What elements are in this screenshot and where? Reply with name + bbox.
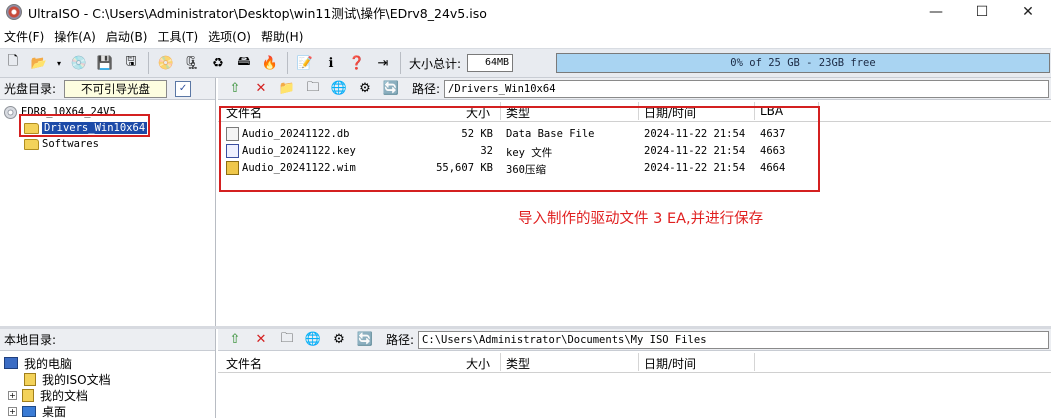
compress-image-icon[interactable]: 🗜 xyxy=(182,53,202,73)
make-cd-image-icon[interactable]: 📀 xyxy=(156,53,176,73)
local-tree-pane: 本地目录: 我的电脑 我的ISO文档 + 我的文档 + 桌面 xyxy=(0,329,216,418)
up-arrow-icon[interactable]: ⇧ xyxy=(225,79,245,99)
local-directory-label: 本地目录: xyxy=(4,333,57,347)
boot-toggle-icon[interactable]: ✓ xyxy=(175,80,192,97)
capacity-text: 0% of 25 GB - 23GB free xyxy=(730,57,876,69)
window-title: UltraISO - C:\Users\Administrator\Deskto… xyxy=(28,5,487,21)
column-header-size[interactable]: 大小 xyxy=(466,355,490,372)
menu-tools[interactable]: 工具(T) xyxy=(153,28,202,45)
local-file-pane: ⇧ ✕ 🗀 🌐 ⚙ 🔄 路径: C:\Users\Administrator\D… xyxy=(218,329,1051,418)
tree-item-my-documents[interactable]: + 我的文档 xyxy=(0,387,215,403)
iso-directory-label: 光盘目录: xyxy=(4,82,57,96)
column-header-date[interactable]: 日期/时间 xyxy=(644,355,696,372)
delete-icon[interactable]: ✕ xyxy=(251,79,271,99)
path-label: 路径: xyxy=(412,82,441,96)
iso-tree-header: 光盘目录: 不可引导光盘 ✓ xyxy=(0,78,215,100)
new-file-icon[interactable]: 🗋 xyxy=(3,53,23,73)
minimize-button[interactable]: — xyxy=(913,0,959,24)
iso-file-pane: ⇧ ✕ 📁 🗀 🌐 ⚙ 🔄 路径: /Drivers_Win10x64 文件名 … xyxy=(218,78,1051,326)
menu-actions[interactable]: 操作(A) xyxy=(50,28,100,45)
highlight-box-tree xyxy=(19,114,150,137)
column-separator[interactable] xyxy=(754,353,755,371)
tree-item-label: 我的电脑 xyxy=(24,356,73,371)
gear-icon[interactable]: ⚙ xyxy=(329,330,349,350)
tree-item-desktop[interactable]: + 桌面 xyxy=(0,403,215,418)
refresh-icon[interactable]: 🔄 xyxy=(355,330,375,350)
local-path-input[interactable]: C:\Users\Administrator\Documents\My ISO … xyxy=(418,330,1049,349)
burn-disc-icon[interactable]: 🔥 xyxy=(260,53,280,73)
disc-icon xyxy=(4,105,17,119)
path-label: 路径: xyxy=(386,333,415,347)
close-button[interactable]: ✕ xyxy=(1005,0,1051,24)
chevron-down-icon[interactable]: ▾ xyxy=(55,53,63,73)
ultraiso-app-icon xyxy=(6,4,22,20)
local-file-toolbar: ⇧ ✕ 🗀 🌐 ⚙ 🔄 路径: C:\Users\Administrator\D… xyxy=(218,329,1051,351)
exit-icon[interactable]: ⇥ xyxy=(373,53,393,73)
gear-icon[interactable]: ⚙ xyxy=(355,79,375,99)
toolbar-separator xyxy=(287,52,288,74)
folder-icon xyxy=(24,138,39,150)
tree-item-my-computer[interactable]: 我的电脑 xyxy=(0,355,215,371)
save-as-icon[interactable]: 🖫 xyxy=(121,53,141,73)
folder-add-icon[interactable]: 🗀 xyxy=(277,330,297,350)
extract-icon[interactable]: 🌐 xyxy=(303,330,323,350)
local-list-header: 文件名 大小 类型 日期/时间 xyxy=(218,351,1051,373)
tree-item-label: 我的文档 xyxy=(40,388,89,403)
toolbar-separator xyxy=(400,52,401,74)
local-tree-header: 本地目录: xyxy=(0,329,215,351)
iso-tree-pane: 光盘目录: 不可引导光盘 ✓ EDR8_10X64_24V5 Drivers_W… xyxy=(0,78,216,326)
new-folder-icon[interactable]: 📁 xyxy=(277,79,297,99)
window-controls: — ☐ ✕ xyxy=(913,0,1051,24)
annotation-text: 导入制作的驱动文件 3 EA,并进行保存 xyxy=(518,211,764,227)
iso-folder-icon xyxy=(24,372,36,386)
column-separator[interactable] xyxy=(500,353,501,371)
refresh-icon[interactable]: 🔄 xyxy=(381,79,401,99)
title-bar: UltraISO - C:\Users\Administrator\Deskto… xyxy=(0,0,1051,24)
info-icon[interactable]: ℹ xyxy=(321,53,341,73)
tree-item-softwares[interactable]: Softwares xyxy=(0,136,215,152)
desktop-icon xyxy=(22,405,36,417)
tree-item-label: 我的ISO文档 xyxy=(42,372,111,387)
tree-item-label: Softwares xyxy=(42,138,99,150)
highlight-box-files xyxy=(219,106,820,192)
expand-icon[interactable]: + xyxy=(8,406,17,416)
expand-icon[interactable]: + xyxy=(8,390,17,400)
boot-status-badge[interactable]: 不可引导光盘 xyxy=(64,79,168,98)
column-header-name[interactable]: 文件名 xyxy=(226,355,262,372)
maximize-button[interactable]: ☐ xyxy=(959,0,1005,24)
computer-icon xyxy=(4,357,18,369)
documents-icon xyxy=(22,388,34,402)
tree-item-my-iso-docs[interactable]: 我的ISO文档 xyxy=(0,371,215,387)
capacity-bar: 0% of 25 GB - 23GB free xyxy=(556,53,1050,73)
open-folder-icon[interactable]: 📂 xyxy=(29,53,49,73)
menu-bootable[interactable]: 启动(B) xyxy=(102,28,152,45)
menu-file[interactable]: 文件(F) xyxy=(0,28,48,45)
menu-bar: 文件(F) 操作(A) 启动(B) 工具(T) 选项(O) 帮助(H) xyxy=(0,26,1051,46)
main-toolbar: 🗋 📂 ▾ 💿 💾 🖫 📀 🗜 ♻ 🖴 🔥 📝 ℹ ❓ ⇥ 大小总计: 64MB… xyxy=(0,48,1051,78)
column-header-type[interactable]: 类型 xyxy=(506,355,530,372)
iso-path-input[interactable]: /Drivers_Win10x64 xyxy=(444,79,1049,98)
open-disc-icon[interactable]: 💿 xyxy=(69,53,89,73)
properties-icon[interactable]: 📝 xyxy=(295,53,315,73)
tree-item-label: 桌面 xyxy=(42,404,67,418)
column-separator[interactable] xyxy=(638,353,639,371)
extract-icon[interactable]: 🌐 xyxy=(329,79,349,99)
local-tree: 我的电脑 我的ISO文档 + 我的文档 + 桌面 xyxy=(0,351,215,418)
save-icon[interactable]: 💾 xyxy=(95,53,115,73)
toolbar-separator xyxy=(148,52,149,74)
menu-options[interactable]: 选项(O) xyxy=(204,28,255,45)
total-size-value: 64MB xyxy=(467,54,514,72)
delete-icon[interactable]: ✕ xyxy=(251,330,271,350)
help-icon[interactable]: ❓ xyxy=(347,53,367,73)
iso-file-toolbar: ⇧ ✕ 📁 🗀 🌐 ⚙ 🔄 路径: /Drivers_Win10x64 xyxy=(218,78,1051,100)
convert-image-icon[interactable]: ♻ xyxy=(208,53,228,73)
menu-help[interactable]: 帮助(H) xyxy=(257,28,307,45)
up-arrow-icon[interactable]: ⇧ xyxy=(225,330,245,350)
mount-drive-icon[interactable]: 🖴 xyxy=(234,53,254,73)
folder-add-icon[interactable]: 🗀 xyxy=(303,79,323,99)
total-size-label: 大小总计: xyxy=(409,56,462,71)
